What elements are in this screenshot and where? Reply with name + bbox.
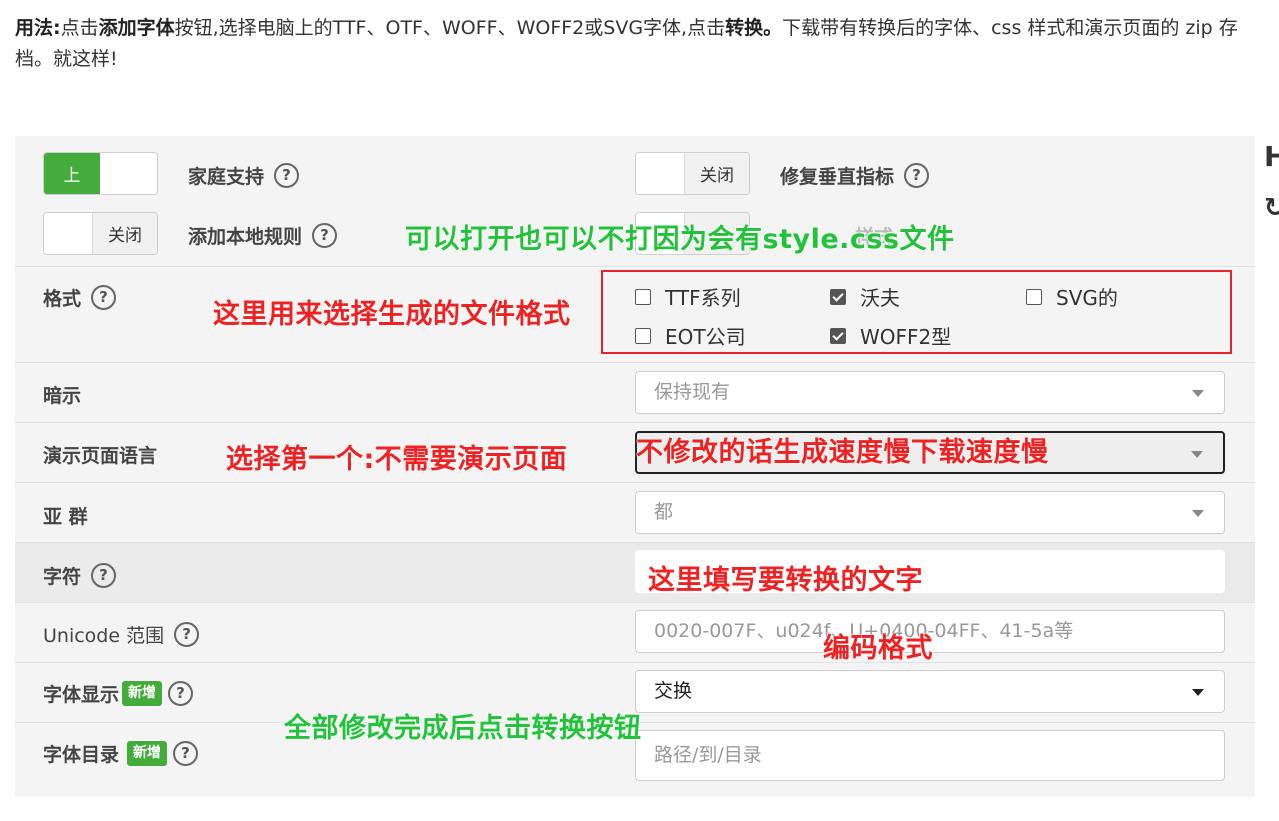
toggle-off-label: 关闭 [684, 153, 749, 194]
unicode-text: Unicode 范围 [43, 625, 165, 647]
annotation-demo-lang: 选择第一个:不需要演示页面 [226, 444, 568, 475]
annotation-speed: 不修改的话生成速度慢下载速度慢 [636, 437, 1049, 468]
toggle-on-label: 上 [44, 153, 100, 194]
hinting-select[interactable]: 保持现有 [635, 371, 1225, 414]
formats-highlight-box [601, 270, 1232, 354]
font-dir-placeholder: 路径/到/目录 [654, 744, 762, 766]
right-heading-fragment: H [1264, 140, 1279, 173]
subset-value: 都 [654, 501, 674, 523]
help-icon[interactable]: ? [312, 223, 338, 248]
help-icon[interactable]: ? [168, 681, 194, 706]
toggle-knob [44, 213, 92, 254]
font-display-value: 交换 [654, 680, 693, 702]
toggle-knob [100, 153, 156, 194]
usage-title: 用法: [15, 17, 61, 39]
demo-lang-label: 演示页面语言 [43, 445, 158, 467]
glyphs-text: 字符 [43, 566, 82, 588]
add-local-text: 添加本地规则 [188, 226, 303, 248]
hinting-value: 保持现有 [654, 381, 731, 403]
chevron-down-icon [1192, 689, 1204, 696]
help-icon[interactable]: ? [174, 622, 200, 647]
toggle-knob [636, 153, 684, 194]
new-badge: 新增 [127, 741, 168, 766]
add-local-label: 添加本地规则 ? [188, 222, 338, 249]
help-icon[interactable]: ? [91, 285, 117, 310]
toggle-off-label: 关闭 [92, 213, 157, 254]
family-support-label: 家庭支持 ? [188, 162, 300, 189]
usage-text-2: 按钮,选择电脑上的TTF、OTF、WOFF、WOFF2或SVG字体,点击 [174, 17, 726, 39]
annotation-unicode: 编码格式 [823, 633, 933, 664]
chevron-down-icon [1191, 451, 1203, 458]
unicode-label: Unicode 范围 ? [43, 621, 200, 648]
font-dir-text: 字体目录 [43, 744, 120, 766]
formats-text: 格式 [43, 288, 82, 310]
usage-add-font: 添加字体 [98, 17, 175, 39]
refresh-icon[interactable]: ↻ [1264, 193, 1279, 223]
usage-convert: 转换。 [725, 17, 783, 39]
chevron-down-icon [1192, 510, 1204, 517]
glyphs-label: 字符 ? [43, 562, 117, 589]
annotation-formats: 这里用来选择生成的文件格式 [213, 299, 571, 330]
help-icon[interactable]: ? [274, 163, 300, 188]
font-dir-label: 字体目录 新增 ? [43, 740, 199, 767]
hinting-label: 暗示 [43, 385, 82, 407]
add-local-toggle[interactable]: 关闭 [43, 212, 158, 255]
family-support-text: 家庭支持 [188, 166, 265, 188]
usage-instructions: 用法:点击添加字体按钮,选择电脑上的TTF、OTF、WOFF、WOFF2或SVG… [15, 13, 1265, 75]
annotation-glyphs: 这里填写要转换的文字 [648, 565, 923, 596]
help-icon[interactable]: ? [91, 563, 117, 588]
font-display-text: 字体显示 [43, 684, 120, 706]
family-support-toggle[interactable]: 上 [43, 152, 158, 195]
font-display-select[interactable]: 交换 [635, 670, 1225, 713]
fix-vertical-toggle[interactable]: 关闭 [635, 152, 750, 195]
formats-label: 格式 ? [43, 284, 117, 311]
annotation-convert: 全部修改完成后点击转换按钮 [284, 713, 642, 744]
subset-label: 亚 群 [43, 506, 88, 528]
new-badge: 新增 [122, 681, 163, 706]
annotation-local-rules: 可以打开也可以不打因为会有style.css文件 [405, 224, 955, 255]
usage-text-1: 点击 [60, 17, 99, 39]
help-icon[interactable]: ? [904, 163, 930, 188]
help-icon[interactable]: ? [173, 741, 199, 766]
font-display-label: 字体显示 新增 ? [43, 680, 194, 707]
font-dir-input[interactable]: 路径/到/目录 [635, 730, 1225, 781]
fix-vertical-label: 修复垂直指标 ? [780, 162, 930, 189]
chevron-down-icon [1192, 390, 1204, 397]
subset-select[interactable]: 都 [635, 491, 1225, 534]
fix-vertical-text: 修复垂直指标 [780, 166, 895, 188]
